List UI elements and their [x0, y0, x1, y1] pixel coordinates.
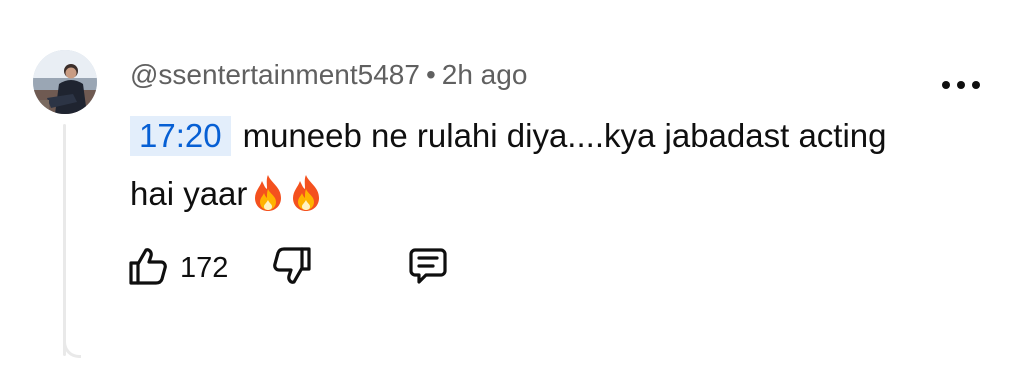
author-handle[interactable]: @ssentertainment5487 [130, 59, 420, 90]
comment-meta: @ssentertainment5487 • 2h ago [130, 57, 527, 93]
more-vertical-icon-dot [942, 81, 950, 89]
thumbs-down-icon [270, 244, 314, 293]
comment-body: muneeb ne rulahi diya....kya jabadast ac… [130, 117, 887, 212]
time-ago: 2h ago [441, 59, 528, 90]
comment-text: 17:20 muneeb ne rulahi diya....kya jabada… [130, 107, 930, 223]
thread-line [63, 124, 66, 356]
timestamp-link[interactable]: 17:20 [130, 116, 231, 156]
fire-emoji-icon [251, 173, 285, 213]
avatar[interactable] [33, 50, 97, 114]
thumbs-up-icon [126, 244, 170, 293]
reply-button[interactable] [406, 242, 450, 294]
dislike-button[interactable] [270, 242, 314, 294]
comment-icon [406, 244, 450, 293]
more-actions-button[interactable] [942, 70, 980, 100]
comment-item: @ssentertainment5487 • 2h ago 17:20 muneeb … [0, 0, 1024, 367]
fire-emoji-icon [289, 173, 323, 213]
more-vertical-icon-dot [972, 81, 980, 89]
more-vertical-icon-dot [957, 81, 965, 89]
like-button[interactable]: 172 [126, 242, 228, 294]
meta-separator: • [425, 59, 436, 90]
avatar-photo [33, 50, 97, 114]
like-count: 172 [180, 251, 229, 284]
